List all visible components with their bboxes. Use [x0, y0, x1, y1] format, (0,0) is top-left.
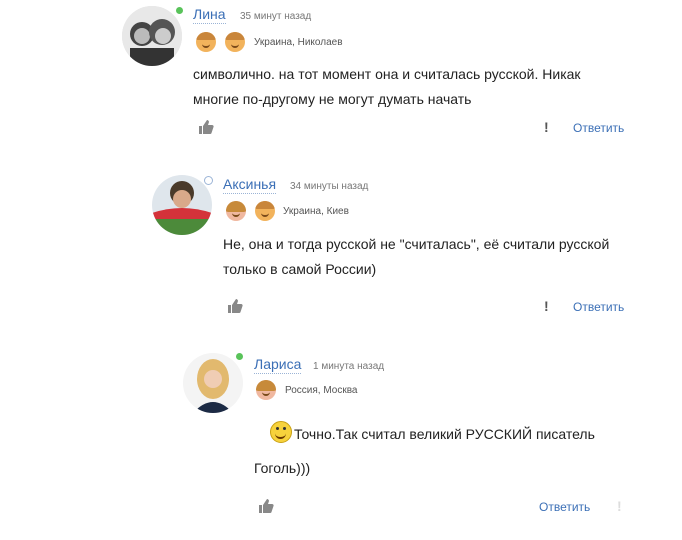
laughing-smiley-icon	[270, 421, 292, 443]
author-name[interactable]: Лариса	[254, 356, 302, 374]
avatar[interactable]	[183, 353, 243, 413]
comment-text-line-2: Гоголь)))	[254, 460, 311, 476]
comment-text-line-1: Точно.Так считал великий РУССКИЙ писател…	[270, 421, 595, 447]
reply-button[interactable]: Ответить	[539, 500, 590, 514]
badges	[256, 380, 276, 400]
comment-larisa: Лариса 1 минута назад Россия, Москва Точ…	[0, 0, 682, 530]
girl-badge-icon	[256, 380, 276, 400]
report-button[interactable]: !	[617, 498, 622, 514]
comment-text: Точно.Так считал великий РУССКИЙ писател…	[294, 426, 595, 442]
like-icon[interactable]	[257, 497, 275, 515]
online-status-dot	[236, 353, 243, 360]
comment-time: 1 минута назад	[313, 361, 385, 372]
location: Россия, Москва	[285, 385, 358, 396]
